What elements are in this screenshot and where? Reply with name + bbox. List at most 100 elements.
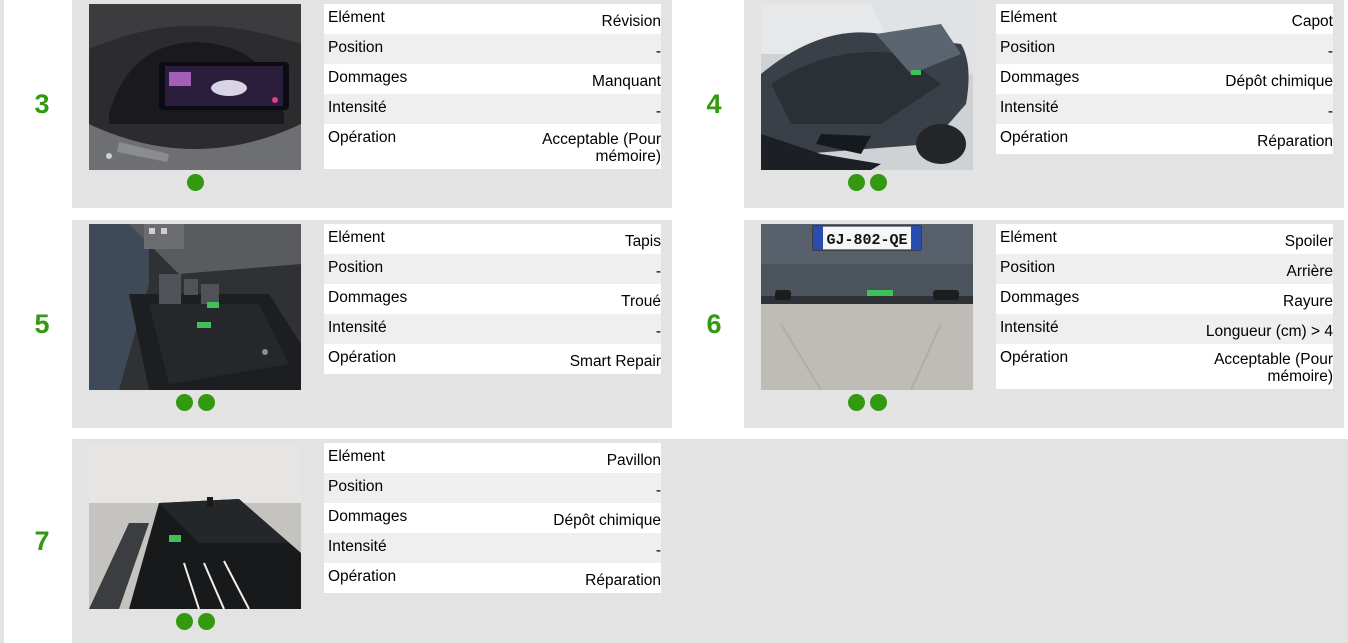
photo-pager [89, 613, 301, 630]
damage-card-5: 5 Elément Tapis Position - Dommages Trou… [12, 220, 672, 428]
label-element: Elément [328, 9, 385, 26]
row-position: Position - [324, 473, 661, 503]
label-dommages: Dommages [328, 69, 408, 86]
label-intensite: Intensité [328, 538, 387, 555]
label-operation: Opération [328, 568, 397, 585]
label-position: Position [328, 39, 384, 56]
value-intensite: - [655, 542, 661, 559]
photo-dot[interactable] [847, 174, 865, 191]
value-dommages: Rayure [1283, 293, 1333, 310]
row-intensite: Intensité - [996, 94, 1333, 124]
row-intensite: Intensité - [324, 94, 661, 124]
damage-card-6: 6 GJ-802-QE Elément Spoiler Position Arr… [684, 220, 1344, 428]
label-position: Position [1000, 39, 1056, 56]
damage-details: Elément Capot Position - Dommages Dépôt … [996, 4, 1333, 154]
value-position: - [655, 482, 661, 499]
value-element: Spoiler [1284, 233, 1333, 250]
damage-photo[interactable] [761, 4, 973, 170]
card-number-cell: 5 [12, 220, 72, 428]
row-intensite: Intensité - [324, 314, 661, 344]
photo-pager [761, 394, 973, 411]
value-position: - [655, 43, 661, 60]
row-operation: Opération Acceptable (Pour mémoire) [324, 124, 661, 169]
row-position: Position - [324, 254, 661, 284]
value-operation: Smart Repair [569, 353, 661, 370]
row-operation: Opération Acceptable (Pour mémoire) [996, 344, 1333, 389]
damage-photo[interactable]: GJ-802-QE [761, 224, 973, 390]
damage-number: 6 [706, 308, 722, 339]
photo-dot[interactable] [186, 174, 204, 191]
damage-card-7: 7 Elément Pavillon Position - Dommages D… [12, 439, 1348, 643]
row-operation: Opération Réparation [324, 563, 661, 593]
label-dommages: Dommages [1000, 289, 1080, 306]
damage-card-3: 3 Elément Révision Position - Dommages M… [12, 0, 672, 208]
card-number-cell: 7 [12, 439, 72, 643]
photo-pager [761, 174, 973, 191]
photo-dot[interactable] [175, 613, 193, 630]
card-number-cell: 6 [684, 220, 744, 428]
value-dommages: Dépôt chimique [553, 512, 661, 529]
row-position: Position Arrière [996, 254, 1333, 284]
row-dommages: Dommages Troué [324, 284, 661, 314]
card-number-cell: 4 [684, 0, 744, 208]
row-position: Position - [996, 34, 1333, 64]
row-dommages: Dommages Dépôt chimique [324, 503, 661, 533]
value-element: Pavillon [606, 452, 661, 469]
photo-dot[interactable] [847, 394, 865, 411]
value-operation: Acceptable (Pour mémoire) [542, 131, 661, 165]
label-position: Position [1000, 259, 1056, 276]
row-element: Elément Tapis [324, 224, 661, 254]
damage-card-4: 4 Elément Capot Position - Dommages Dépô… [684, 0, 1344, 208]
damage-report-page: 3 Elément Révision Position - Dommages M… [0, 0, 1348, 643]
label-operation: Opération [328, 349, 397, 366]
value-operation: Réparation [585, 572, 661, 589]
value-position: Arrière [1286, 263, 1333, 280]
label-intensite: Intensité [328, 319, 387, 336]
photo-pager [89, 174, 301, 191]
damage-number: 7 [34, 525, 50, 556]
label-intensite: Intensité [1000, 99, 1059, 116]
photo-dot[interactable] [869, 174, 887, 191]
label-intensite: Intensité [328, 99, 387, 116]
row-position: Position - [324, 34, 661, 64]
photo-dot[interactable] [197, 394, 215, 411]
value-operation: Réparation [1257, 133, 1333, 150]
row-element: Elément Capot [996, 4, 1333, 34]
damage-photo[interactable] [89, 443, 301, 609]
label-operation: Opération [1000, 129, 1069, 146]
damage-number: 3 [34, 88, 50, 119]
row-element: Elément Révision [324, 4, 661, 34]
value-dommages: Troué [621, 293, 661, 310]
row-intensite: Intensité Longueur (cm) > 4 [996, 314, 1333, 344]
label-operation: Opération [1000, 349, 1069, 366]
label-dommages: Dommages [1000, 69, 1080, 86]
photo-dot[interactable] [869, 394, 887, 411]
value-dommages: Manquant [592, 73, 661, 90]
damage-details: Elément Révision Position - Dommages Man… [324, 4, 661, 169]
label-position: Position [328, 478, 384, 495]
row-intensite: Intensité - [324, 533, 661, 563]
label-operation: Opération [328, 129, 397, 146]
photo-dot[interactable] [197, 613, 215, 630]
value-element: Tapis [624, 233, 661, 250]
row-operation: Opération Réparation [996, 124, 1333, 154]
value-dommages: Dépôt chimique [1225, 73, 1333, 90]
photo-dot[interactable] [175, 394, 193, 411]
damage-details: Elément Pavillon Position - Dommages Dép… [324, 443, 661, 593]
left-margin-rule [0, 0, 4, 643]
photo-pager [89, 394, 301, 411]
label-element: Elément [328, 448, 385, 465]
rear-bumper-plate-photo: GJ-802-QE [761, 224, 973, 390]
label-element: Elément [1000, 229, 1057, 246]
row-operation: Opération Smart Repair [324, 344, 661, 374]
value-intensite: - [655, 103, 661, 120]
card-number-cell: 3 [12, 0, 72, 208]
damage-details: Elément Tapis Position - Dommages Troué … [324, 224, 661, 374]
damage-photo[interactable] [89, 4, 301, 170]
row-dommages: Dommages Manquant [324, 64, 661, 94]
label-element: Elément [1000, 9, 1057, 26]
value-intensite: - [655, 323, 661, 340]
damage-photo[interactable] [89, 224, 301, 390]
value-intensite: - [1327, 103, 1333, 120]
value-operation: Acceptable (Pour mémoire) [1214, 351, 1333, 385]
